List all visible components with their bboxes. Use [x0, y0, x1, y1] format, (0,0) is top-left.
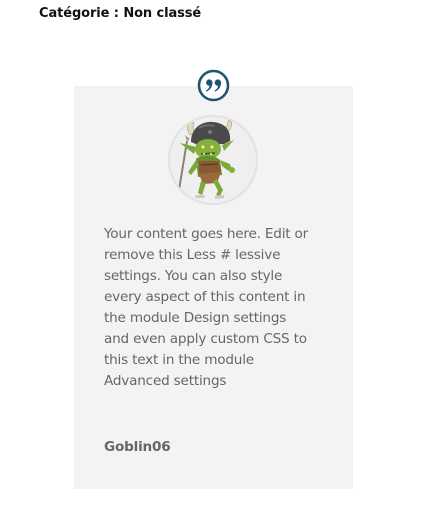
post-category: Catégorie : Non classé: [39, 6, 202, 21]
goblin-avatar: [168, 115, 258, 205]
testimonial-body: Your content goes here. Edit or remove t…: [104, 226, 309, 389]
testimonial-author: Goblin06: [104, 439, 171, 455]
quote-icon: [197, 69, 230, 102]
